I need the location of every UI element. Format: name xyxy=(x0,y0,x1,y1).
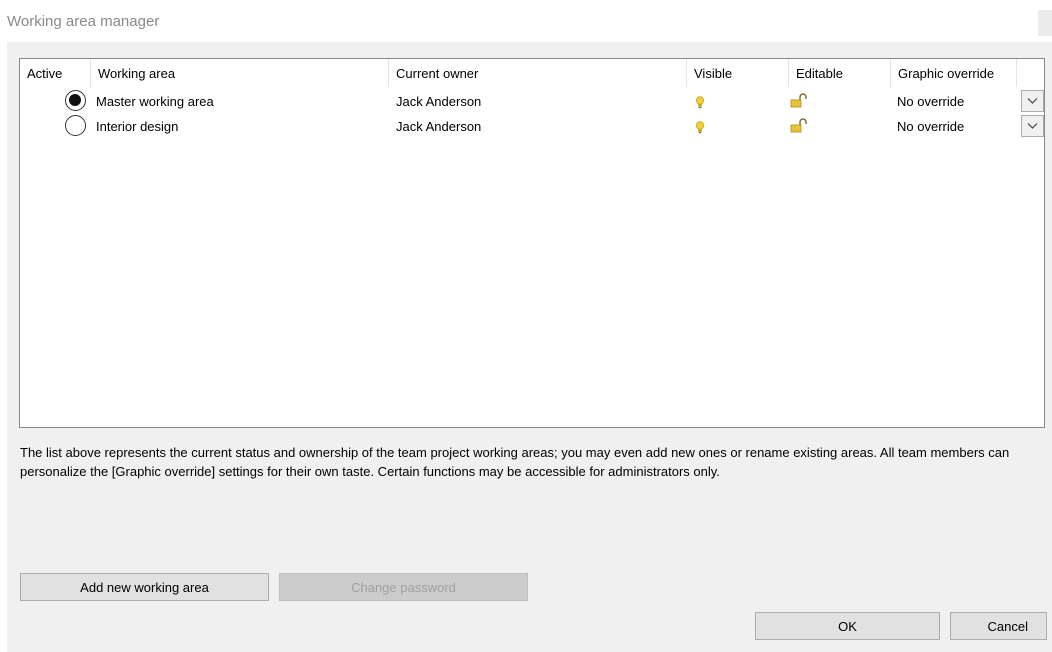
owner-name: Jack Anderson xyxy=(396,119,482,134)
column-header-graphic-override[interactable]: Graphic override xyxy=(891,59,1016,87)
graphic-override-value[interactable]: No override xyxy=(897,114,964,139)
working-areas-list[interactable]: Active Working area Current owner Visibl… xyxy=(19,58,1045,428)
working-area-name: Master working area xyxy=(96,94,214,109)
title-bar: Working area manager xyxy=(0,0,1052,42)
radio-selected-dot xyxy=(69,94,81,106)
dialog-body: Active Working area Current owner Visibl… xyxy=(7,42,1052,652)
column-divider[interactable] xyxy=(1016,59,1017,87)
graphic-override-value[interactable]: No override xyxy=(897,89,964,114)
column-header-active[interactable]: Active xyxy=(20,59,90,87)
lightbulb-icon[interactable] xyxy=(695,118,705,143)
column-header-working-area[interactable]: Working area xyxy=(91,59,388,87)
list-header: Active Working area Current owner Visibl… xyxy=(20,59,1044,88)
active-radio-button[interactable] xyxy=(65,90,86,111)
table-row[interactable]: Master working area Jack Anderson No ove… xyxy=(20,89,1044,114)
unlocked-padlock-icon[interactable] xyxy=(790,117,808,142)
table-row[interactable]: Interior design Jack Anderson No overrid… xyxy=(20,114,1044,139)
active-radio-button[interactable] xyxy=(65,115,86,136)
chevron-down-icon xyxy=(1027,123,1038,129)
graphic-override-dropdown[interactable] xyxy=(1021,90,1044,112)
cancel-button[interactable]: Cancel xyxy=(950,612,1047,640)
graphic-override-dropdown[interactable] xyxy=(1021,115,1044,137)
chevron-down-icon xyxy=(1027,98,1038,104)
change-password-button[interactable]: Change password xyxy=(279,573,528,601)
column-header-editable[interactable]: Editable xyxy=(789,59,890,87)
column-header-visible[interactable]: Visible xyxy=(687,59,788,87)
description-text: The list above represents the current st… xyxy=(20,445,1010,479)
window-title: Working area manager xyxy=(7,13,160,30)
add-working-area-button[interactable]: Add new working area xyxy=(20,573,269,601)
owner-name: Jack Anderson xyxy=(396,94,482,109)
ok-button[interactable]: OK xyxy=(755,612,940,640)
working-area-name: Interior design xyxy=(96,119,179,134)
window-control-button[interactable] xyxy=(1038,10,1052,36)
column-header-current-owner[interactable]: Current owner xyxy=(389,59,686,87)
